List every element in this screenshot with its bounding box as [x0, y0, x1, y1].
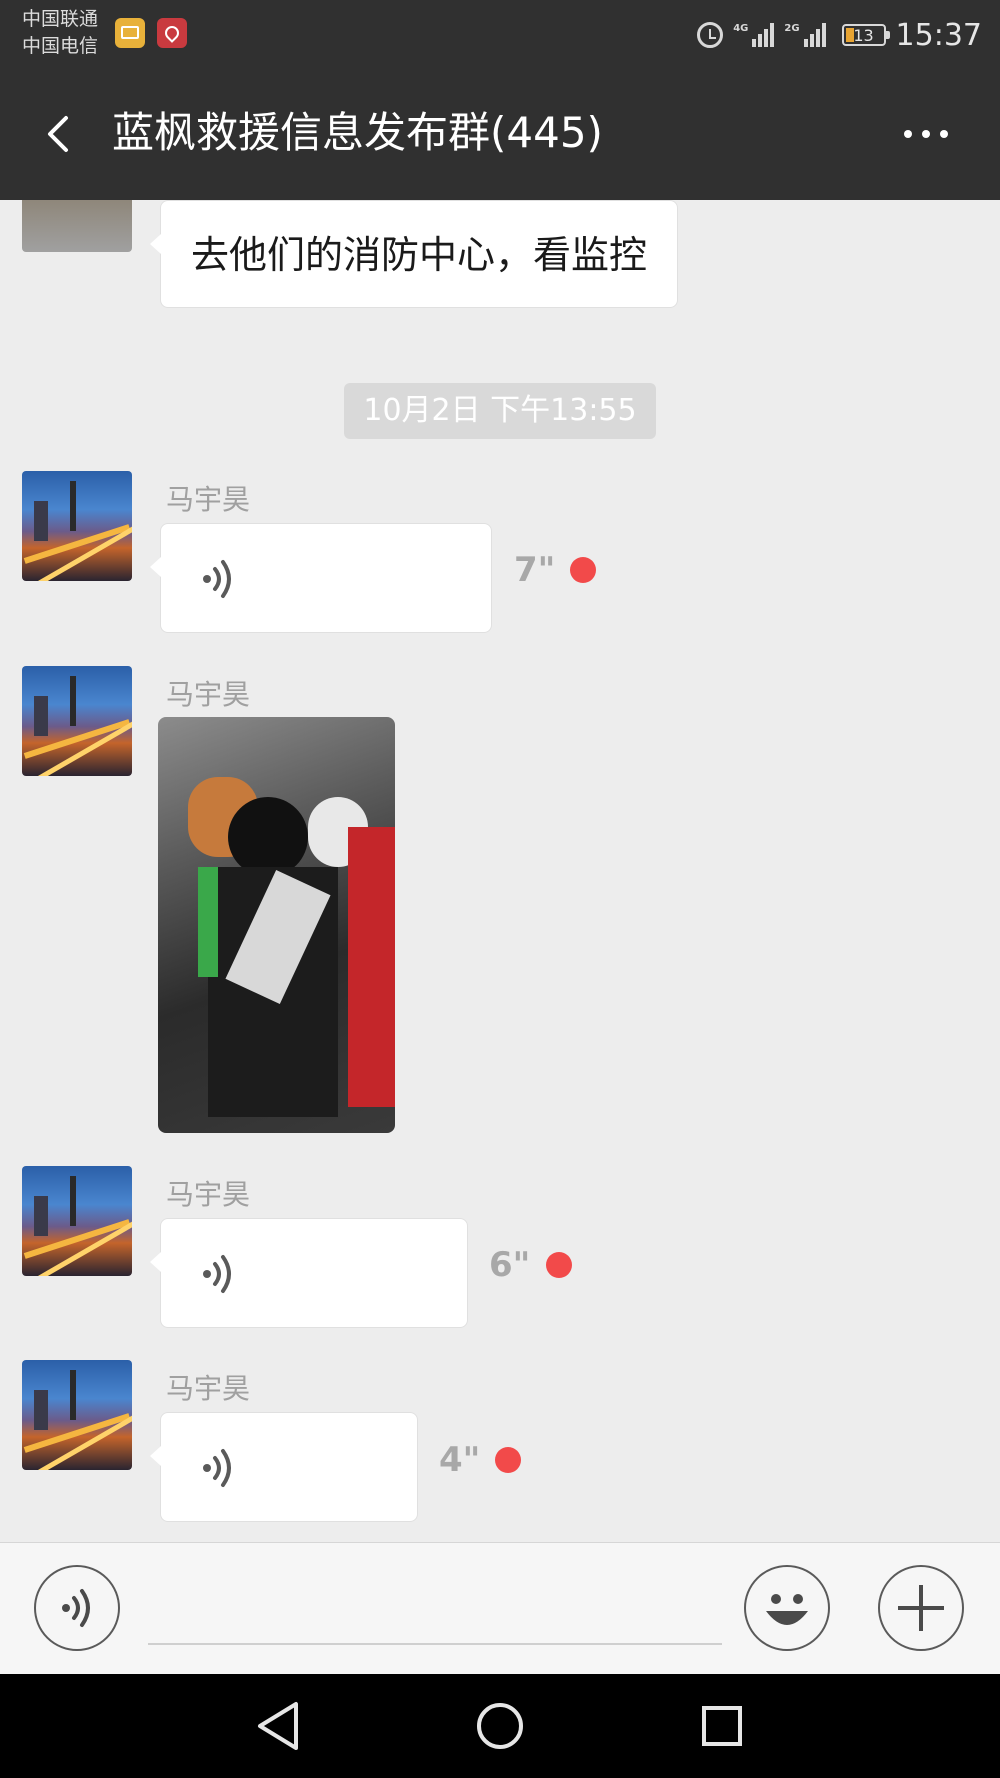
unread-dot: [495, 1447, 521, 1473]
avatar[interactable]: [22, 1166, 132, 1276]
more-functions-button[interactable]: [878, 1565, 964, 1651]
signal-4g-icon: 4G: [733, 23, 775, 47]
battery-icon: 13: [841, 24, 890, 46]
voice-duration: 7": [514, 550, 556, 590]
voice-message-bubble[interactable]: [150, 1412, 418, 1522]
unread-dot: [570, 557, 596, 583]
alarm-icon: [697, 22, 724, 48]
message-input[interactable]: [148, 1643, 722, 1645]
avatar[interactable]: [22, 666, 132, 776]
voice-message-bubble[interactable]: [150, 1218, 468, 1328]
chat-header: 蓝枫救援信息发布群(445): [0, 70, 1000, 200]
message-text: 去他们的消防中心，看监控: [191, 233, 648, 277]
voice-wave-icon: [203, 1255, 231, 1293]
carrier-2: 中国电信: [22, 35, 99, 57]
voice-wave-icon: [203, 560, 231, 598]
avatar[interactable]: [22, 471, 132, 581]
status-bar: 中国联通 中国电信 4G 2G 13 15:37: [0, 0, 1000, 70]
nav-back-icon[interactable]: [252, 1698, 308, 1754]
image-message[interactable]: [158, 717, 395, 1133]
nav-home-icon[interactable]: [472, 1698, 528, 1754]
clock: 15:37: [895, 17, 982, 53]
unread-dot: [546, 1252, 572, 1278]
avatar[interactable]: [22, 200, 132, 252]
network-type-1: 4G: [733, 23, 749, 34]
plus-icon: [898, 1585, 944, 1631]
carrier-labels: 中国联通 中国电信: [22, 6, 98, 60]
system-nav-bar: [0, 1674, 1000, 1778]
text-message-bubble[interactable]: 去他们的消防中心，看监控: [149, 200, 679, 308]
sender-name: 马宇昊: [166, 1372, 251, 1405]
mail-notification-icon: [115, 18, 145, 48]
back-arrow-icon[interactable]: [40, 114, 80, 154]
voice-duration: 6": [489, 1245, 531, 1285]
carrier-1: 中国联通: [22, 8, 99, 30]
voice-wave-icon: [62, 1589, 90, 1627]
nav-recents-icon[interactable]: [694, 1698, 750, 1754]
voice-message-bubble[interactable]: [150, 523, 492, 633]
battery-level: 13: [853, 25, 874, 45]
voice-duration: 4": [439, 1440, 481, 1480]
voice-wave-icon: [203, 1449, 231, 1487]
app-notification-icon: [157, 18, 187, 48]
voice-input-button[interactable]: [34, 1565, 120, 1651]
network-type-2: 2G: [784, 23, 800, 34]
emoji-button[interactable]: [744, 1565, 830, 1651]
sender-name: 马宇昊: [166, 678, 251, 711]
timestamp-badge: 10月2日 下午13:55: [344, 383, 656, 439]
sender-name: 马宇昊: [166, 483, 251, 516]
sender-name: 马宇昊: [166, 1178, 251, 1211]
message-input-bar: [0, 1542, 1000, 1674]
signal-2g-icon: 2G: [784, 23, 826, 47]
message-list[interactable]: 去他们的消防中心，看监控 10月2日 下午13:55 马宇昊 7" 马宇昊 马宇…: [0, 200, 1000, 1542]
smiley-icon: [766, 1594, 808, 1625]
more-options-icon[interactable]: [894, 130, 948, 138]
avatar[interactable]: [22, 1360, 132, 1470]
group-title: 蓝枫救援信息发布群(445): [112, 108, 603, 157]
